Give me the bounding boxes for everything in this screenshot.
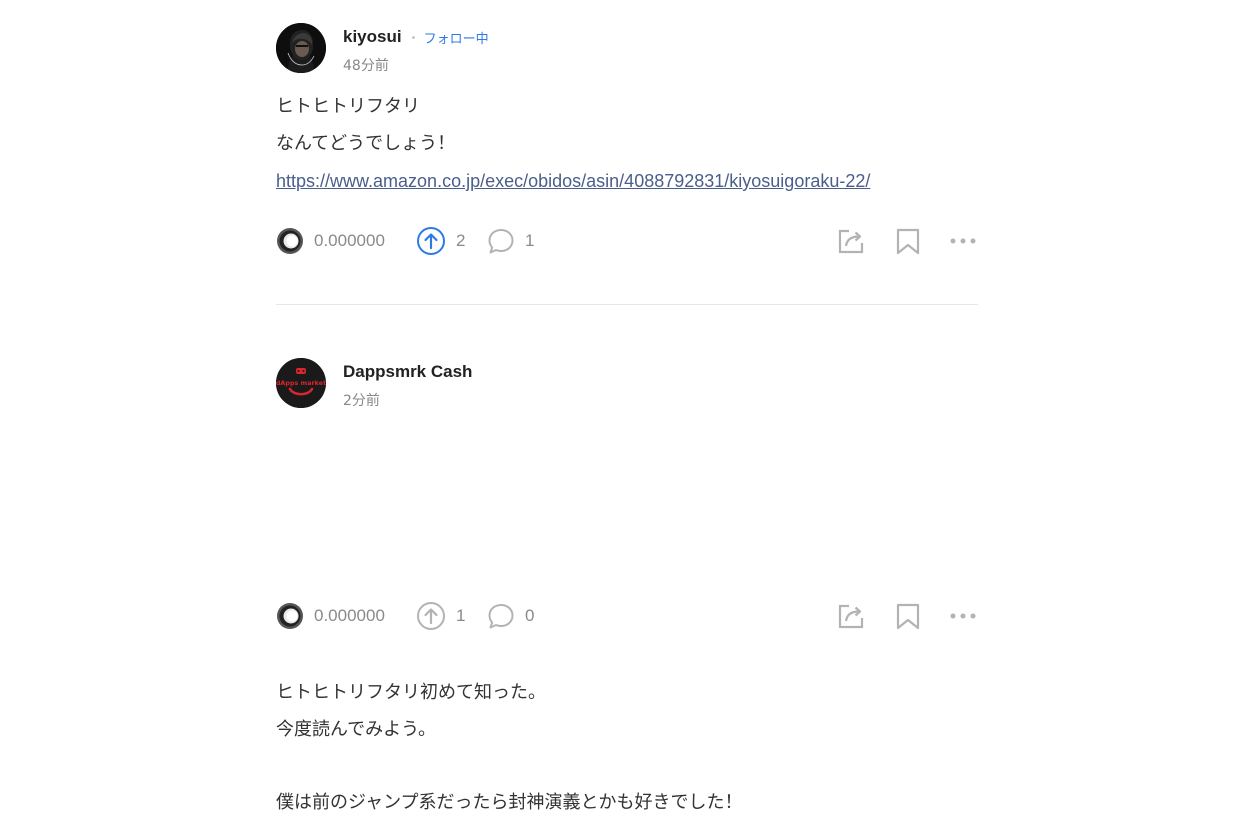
upvote-count: 1 xyxy=(456,606,466,625)
bookmark-button[interactable] xyxy=(895,600,921,632)
upvote-count: 2 xyxy=(456,231,466,250)
token-amount: 0.000000 xyxy=(314,606,385,625)
feed: kiyosui フォロー中 48分前 ヒトヒトリフタリ なんてどうでしょう！ h… xyxy=(276,0,978,813)
separator-dot xyxy=(411,35,415,39)
follow-status-button[interactable]: フォロー中 xyxy=(424,28,489,47)
token-amount: 0.000000 xyxy=(314,231,385,250)
body-line: 今度読んでみよう。 xyxy=(276,719,437,740)
post-card: kiyosui フォロー中 48分前 ヒトヒトリフタリ なんてどうでしょう！ h… xyxy=(276,0,978,305)
bookmark-icon xyxy=(896,228,920,255)
post-body: ヒトヒトリフタリ初めて知った。 今度読んでみよう。 僕は前のジャンプ系だったら封… xyxy=(276,679,978,826)
name-row: kiyosui フォロー中 xyxy=(343,26,489,48)
bookmark-button[interactable] xyxy=(895,225,921,257)
token-reward: 0.000000 xyxy=(276,600,385,632)
avatar[interactable]: dApps market xyxy=(276,358,326,408)
dark-portrait-avatar-icon xyxy=(276,23,326,73)
comment-count: 1 xyxy=(525,231,535,250)
post-time: 48分前 xyxy=(343,58,389,74)
body-line: 僕は前のジャンプ系だったら封神演義とかも好きでした！ xyxy=(276,792,743,813)
username[interactable]: kiyosui xyxy=(343,27,402,47)
upvote-arrow-icon xyxy=(417,227,445,255)
token-coin-icon xyxy=(277,603,303,629)
body-line-link: https://www.amazon.co.jp/exec/obidos/asi… xyxy=(276,167,978,204)
body-line: ヒトヒトリフタリ xyxy=(276,96,420,117)
upvote-button[interactable]: 1 xyxy=(416,600,465,632)
token-reward: 0.000000 xyxy=(276,225,385,257)
post-body: ヒトヒトリフタリ なんてどうでしょう！ https://www.amazon.c… xyxy=(276,93,978,204)
dapps-market-logo-icon: dApps market xyxy=(276,358,326,408)
more-dots-icon xyxy=(950,613,976,619)
post-actions: 0.000000 1 0 xyxy=(276,600,978,632)
body-line xyxy=(276,753,978,789)
post-time: 2分前 xyxy=(343,393,380,409)
more-options-button[interactable] xyxy=(950,225,976,257)
post-header: kiyosui フォロー中 48分前 xyxy=(276,23,978,75)
more-options-button[interactable] xyxy=(950,600,976,632)
avatar[interactable] xyxy=(276,23,326,73)
comment-bubble-icon xyxy=(488,604,514,629)
share-button[interactable] xyxy=(837,225,865,257)
share-icon xyxy=(838,229,864,254)
body-line: なんてどうでしょう！ xyxy=(276,133,456,154)
comment-count: 0 xyxy=(525,606,535,625)
post-actions: 0.000000 2 1 xyxy=(276,225,978,257)
token-coin-icon xyxy=(277,228,303,254)
post-card: dApps market Dappsmrk Cash 2分前 ヒトヒトリフタリ初… xyxy=(276,305,978,813)
post-header: dApps market Dappsmrk Cash 2分前 xyxy=(276,358,978,410)
comment-button[interactable]: 1 xyxy=(487,225,534,257)
post-link[interactable]: https://www.amazon.co.jp/exec/obidos/asi… xyxy=(276,171,870,191)
username[interactable]: Dappsmrk Cash xyxy=(343,362,472,382)
name-row: Dappsmrk Cash xyxy=(343,361,472,383)
share-icon xyxy=(838,604,864,629)
avatar-logo-text: dApps market xyxy=(276,379,326,387)
comment-button[interactable]: 0 xyxy=(487,600,534,632)
body-line: ヒトヒトリフタリ初めて知った。 xyxy=(276,682,546,703)
upvote-arrow-icon xyxy=(417,602,445,630)
share-button[interactable] xyxy=(837,600,865,632)
bookmark-icon xyxy=(896,603,920,630)
comment-bubble-icon xyxy=(488,229,514,254)
more-dots-icon xyxy=(950,238,976,244)
upvote-button[interactable]: 2 xyxy=(416,225,465,257)
